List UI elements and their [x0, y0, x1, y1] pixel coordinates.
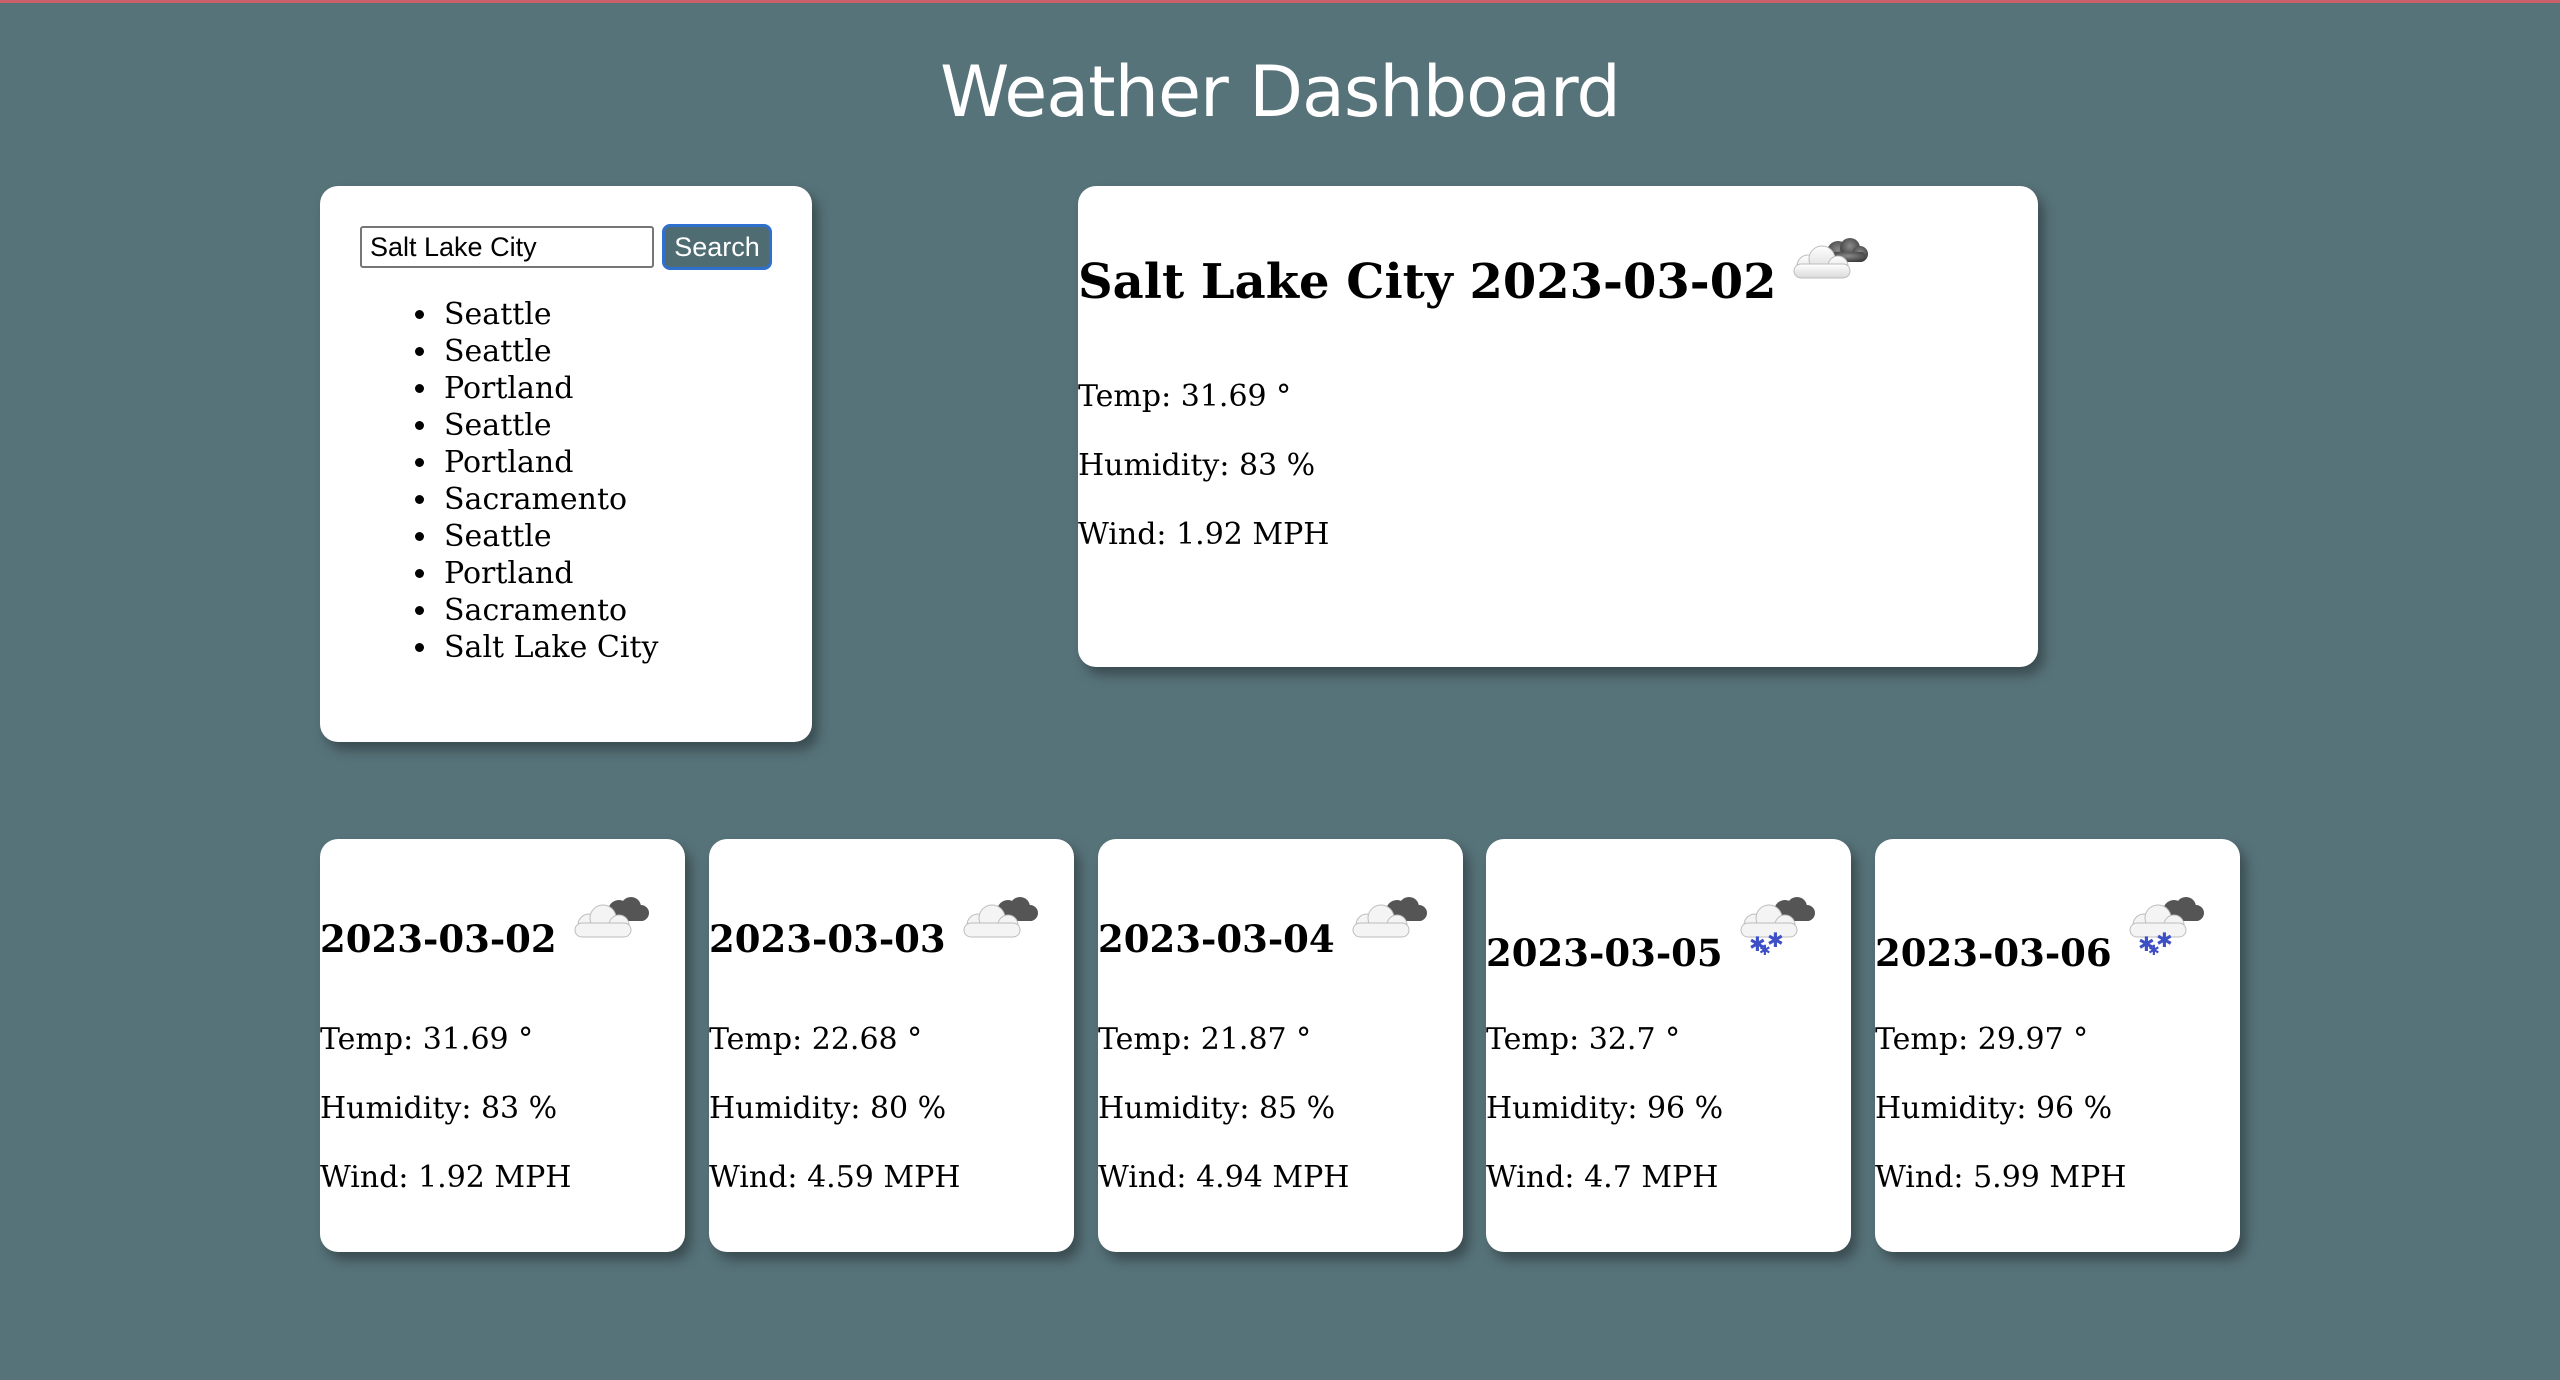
history-item[interactable]: Portland: [440, 370, 780, 407]
forecast-card: 2023-03-02 Temp: 31.69 ° Humidity: 83 % …: [320, 839, 685, 1252]
forecast-card: 2023-03-04 Temp: 21.87 ° Humidity: 85 % …: [1098, 839, 1463, 1252]
history-item[interactable]: Salt Lake City: [440, 629, 780, 666]
forecast-wind: Wind: 4.94 MPH: [1098, 1160, 1350, 1195]
forecast-humidity: Humidity: 96 %: [1486, 1091, 1724, 1126]
forecast-temp: Temp: 22.68 °: [709, 1022, 923, 1057]
search-button[interactable]: Search: [662, 224, 772, 270]
history-item[interactable]: Sacramento: [440, 481, 780, 518]
forecast-date-row: 2023-03-03: [709, 893, 1042, 961]
history-item[interactable]: Seattle: [440, 333, 780, 370]
forecast-humidity: Humidity: 80 %: [709, 1091, 947, 1126]
history-item[interactable]: Seattle: [440, 518, 780, 555]
forecast-temp: Temp: 29.97 °: [1875, 1022, 2089, 1057]
forecast-date-row: 2023-03-04: [1098, 893, 1431, 961]
search-input[interactable]: [360, 226, 654, 268]
forecast-temp: Temp: 31.69 °: [320, 1022, 534, 1057]
history-item[interactable]: Sacramento: [440, 592, 780, 629]
forecast-humidity: Humidity: 85 %: [1098, 1091, 1336, 1126]
forecast-date: 2023-03-03: [709, 917, 946, 961]
cloudy-icon: [1345, 893, 1431, 943]
forecast-temp: Temp: 32.7 °: [1486, 1022, 1681, 1057]
forecast-date: 2023-03-02: [320, 917, 557, 961]
current-humidity: Humidity: 83 %: [1078, 448, 1316, 483]
forecast-card: 2023-03-03 Temp: 22.68 ° Humidity: 80 % …: [709, 839, 1074, 1252]
forecast-date: 2023-03-06: [1875, 931, 2112, 975]
svg-text:✱: ✱: [2148, 943, 2160, 957]
history-item[interactable]: Seattle: [440, 296, 780, 333]
cloudy-icon: [1786, 234, 1872, 284]
current-wind: Wind: 1.92 MPH: [1078, 517, 1330, 552]
cloudy-icon: [956, 893, 1042, 943]
forecast-temp: Temp: 21.87 °: [1098, 1022, 1312, 1057]
forecast-wind: Wind: 5.99 MPH: [1875, 1160, 2127, 1195]
forecast-date-row: 2023-03-05 ✱ ✱ ✱: [1486, 893, 1819, 975]
forecast-card: 2023-03-05 ✱ ✱ ✱ Temp: 32.7 ° Humidity: 96…: [1486, 839, 1851, 1252]
forecast-humidity: Humidity: 83 %: [320, 1091, 558, 1126]
history-item[interactable]: Portland: [440, 444, 780, 481]
current-weather-title: Salt Lake City 2023-03-02: [1078, 234, 1872, 310]
forecast-wind: Wind: 4.7 MPH: [1486, 1160, 1719, 1195]
current-city-date: Salt Lake City 2023-03-02: [1078, 254, 1777, 310]
search-history-list: Seattle Seattle Portland Seattle Portlan…: [440, 296, 780, 666]
forecast-card: 2023-03-06 ✱ ✱ ✱ Temp: 29.97 ° Humidity: 9…: [1875, 839, 2240, 1252]
forecast-date-row: 2023-03-06 ✱ ✱ ✱: [1875, 893, 2208, 975]
search-panel: Search Seattle Seattle Portland Seattle …: [320, 186, 812, 742]
history-item[interactable]: Portland: [440, 555, 780, 592]
current-weather-card: Salt Lake City 2023-03-02 Temp: 31.69 ° …: [1078, 186, 2038, 667]
snow-icon: ✱ ✱ ✱: [1733, 893, 1819, 957]
history-item[interactable]: Seattle: [440, 407, 780, 444]
forecast-humidity: Humidity: 96 %: [1875, 1091, 2113, 1126]
forecast-date: 2023-03-05: [1486, 931, 1723, 975]
forecast-wind: Wind: 1.92 MPH: [320, 1160, 572, 1195]
svg-text:✱: ✱: [1759, 943, 1771, 957]
cloudy-icon: [567, 893, 653, 943]
snow-icon: ✱ ✱ ✱: [2122, 893, 2208, 957]
forecast-date-row: 2023-03-02: [320, 893, 653, 961]
page-title: Weather Dashboard: [940, 51, 1621, 133]
forecast-date: 2023-03-04: [1098, 917, 1335, 961]
forecast-wind: Wind: 4.59 MPH: [709, 1160, 961, 1195]
current-temp: Temp: 31.69 °: [1078, 379, 1292, 414]
